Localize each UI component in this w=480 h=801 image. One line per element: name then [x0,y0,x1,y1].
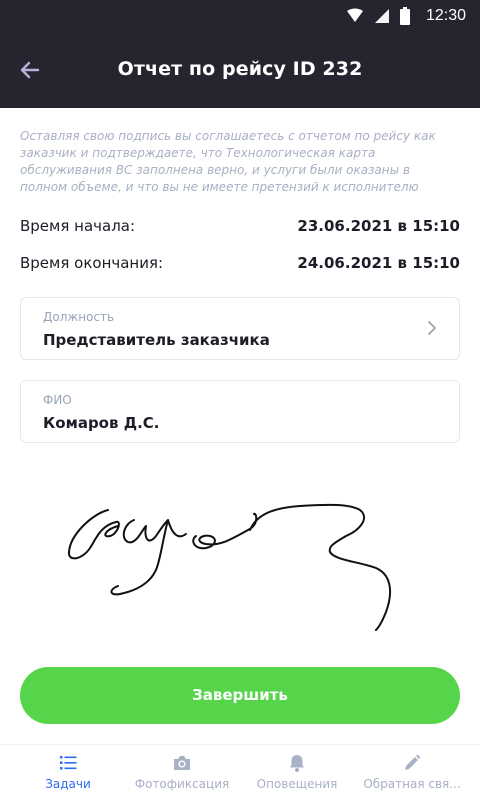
start-time-row: Время начала: 23.06.2021 в 15:10 [20,217,460,235]
name-field[interactable]: ФИО Комаров Д.С. [20,380,460,443]
tab-tasks-label: Задачи [45,777,91,791]
start-time-value: 23.06.2021 в 15:10 [297,217,460,235]
name-value: Комаров Д.С. [43,414,160,432]
signature-pad[interactable] [60,490,420,640]
chevron-right-icon [428,321,436,335]
list-icon [60,756,77,770]
camera-icon [174,756,190,770]
status-icons: 12:30 [346,6,466,26]
bottom-tab-bar: Задачи Фотофиксация Оповещения Обратная … [0,744,480,801]
position-select[interactable]: Должность Представитель заказчика [20,297,460,360]
signature-stroke [68,503,392,631]
position-value: Представитель заказчика [43,331,270,349]
start-time-label: Время начала: [20,217,136,235]
tab-photo[interactable]: Фотофиксация [122,745,242,801]
pencil-icon [405,754,421,770]
tab-photo-label: Фотофиксация [134,777,230,791]
battery-icon [399,7,410,25]
signature-disclaimer: Оставляя свою подпись вы соглашаетесь с … [20,129,436,194]
tab-feedback[interactable]: Обратная свя... [352,745,472,801]
tab-feedback-label: Обратная свя... [363,777,461,791]
signal-icon [374,9,389,23]
tab-tasks[interactable]: Задачи [8,745,128,801]
app-header: Отчет по рейсу ID 232 [0,32,480,108]
tab-notifications[interactable]: Оповещения [237,745,357,801]
status-time: 12:30 [425,7,466,24]
wifi-icon [346,8,363,22]
status-bar: 12:30 [0,0,480,32]
end-time-row: Время окончания: 24.06.2021 в 15:10 [20,254,460,272]
end-time-value: 24.06.2021 в 15:10 [297,254,460,272]
bell-icon [290,755,304,772]
finish-button[interactable]: Завершить [20,667,460,724]
position-label: Должность [43,310,115,324]
page-title: Отчет по рейсу ID 232 [117,58,363,80]
name-label: ФИО [43,393,72,407]
tab-notifications-label: Оповещения [256,777,338,791]
end-time-label: Время окончания: [20,254,164,272]
